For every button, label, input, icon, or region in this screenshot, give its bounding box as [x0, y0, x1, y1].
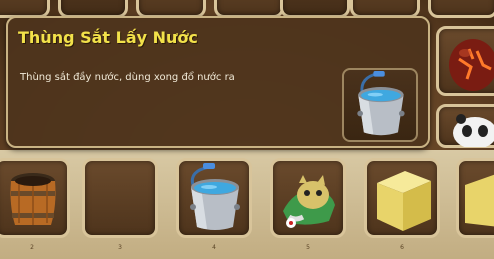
- inventory-slot[interactable]: [436, 104, 494, 148]
- item-description: Thùng sắt đầy nước, dùng xong đổ nước ra: [20, 72, 235, 83]
- hotbar-slot-number: 5: [306, 244, 310, 251]
- panda-icon: [453, 114, 494, 147]
- hotbar-slot-6[interactable]: 6: [364, 158, 440, 251]
- item-name: Thùng Sắt Lấy Nước: [18, 28, 198, 47]
- water-bucket-icon: [357, 70, 405, 136]
- sand-block-icon: [377, 171, 431, 231]
- green-creature-icon: [283, 175, 335, 228]
- item-tooltip: Thùng Sắt Lấy Nước Thùng sắt đầy nước, d…: [6, 16, 430, 148]
- hotbar-slot-5[interactable]: 5: [270, 158, 346, 251]
- hotbar-slot-number: 4: [212, 244, 216, 251]
- wooden-barrel-icon: [10, 173, 56, 225]
- inventory-slot[interactable]: [436, 26, 494, 96]
- hotbar-slot-number: 3: [118, 244, 122, 251]
- water-bucket-icon: [190, 163, 240, 230]
- item-preview: [342, 68, 418, 142]
- sand-block-icon: [465, 174, 494, 227]
- hotbar-slot-4[interactable]: 4: [176, 158, 252, 251]
- hotbar-slot-7[interactable]: [456, 158, 494, 238]
- hotbar-slot-number: 6: [400, 244, 404, 251]
- hotbar-slot-number: 2: [30, 244, 34, 251]
- hotbar: 2 3 4 5 6: [0, 150, 494, 259]
- hotbar-slot-3[interactable]: 3: [82, 158, 158, 251]
- inventory-slot[interactable]: [428, 0, 494, 18]
- hotbar-slot-2[interactable]: 2: [0, 158, 70, 251]
- lava-egg-icon: [449, 39, 494, 91]
